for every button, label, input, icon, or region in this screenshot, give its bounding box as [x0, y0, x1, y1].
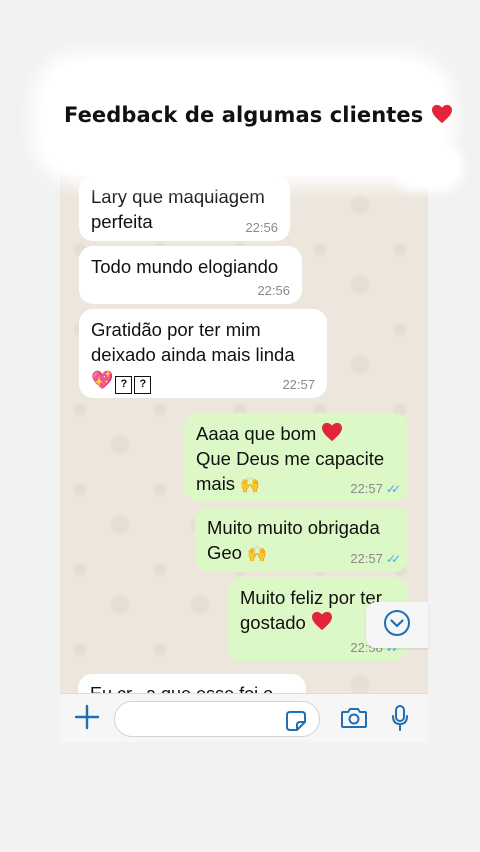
unknown-glyph-box: ? [134, 376, 152, 394]
raising-hands-icon: 🙌 [247, 546, 268, 563]
chevron-down-circle-icon [383, 609, 411, 642]
message-bubble-outgoing[interactable]: Muito muito obrigada Geo 🙌 22:57 ✓✓ [195, 507, 408, 572]
message-time: 22:57 ✓✓ [350, 551, 401, 567]
title-banner-blob [400, 150, 458, 186]
message-time: 22:56 [245, 220, 278, 235]
message-bubble-outgoing[interactable]: Aaaa que bom Que Deus me capacite mais 🙌… [184, 413, 408, 502]
microphone-icon[interactable] [390, 704, 410, 737]
sparkling-heart-icon: 💖 [91, 370, 114, 390]
raising-hands-icon: 🙌 [240, 477, 261, 494]
unknown-glyph-box: ? [115, 376, 133, 394]
page-title-text: Feedback de algumas clientes [64, 103, 424, 127]
read-ticks-icon: ✓✓ [385, 482, 401, 496]
red-heart-icon [311, 611, 333, 631]
page-title: Feedback de algumas clientes [64, 103, 453, 127]
plus-icon[interactable] [74, 704, 100, 735]
message-text-line: Aaaa que bom [196, 421, 396, 446]
camera-icon[interactable] [340, 706, 368, 735]
message-text-line: Gratidão por ter mim [91, 319, 261, 340]
message-time: 22:56 [257, 283, 290, 298]
composer-bar [60, 693, 428, 742]
message-text: Todo mundo elogiando [91, 256, 279, 277]
red-heart-icon [431, 104, 453, 124]
message-text-line: Muito muito obrigada [207, 517, 380, 538]
red-heart-icon [321, 422, 343, 442]
message-bubble-incoming[interactable]: Lary que maquiagem perfeita 22:56 [79, 176, 290, 241]
scroll-to-bottom-button[interactable] [366, 602, 428, 648]
message-bubble-incoming[interactable]: Todo mundo elogiando 22:56 [79, 246, 302, 304]
message-input[interactable] [114, 701, 320, 737]
message-emojis: 💖?? [91, 367, 315, 394]
sticker-icon[interactable] [285, 710, 307, 737]
message-time: 22:57 [282, 377, 315, 392]
message-bubble-incoming[interactable]: Gratidão por ter mim deixado ainda mais … [79, 309, 327, 398]
message-time: 22:57 ✓✓ [350, 481, 401, 497]
message-text-line: Que Deus me capacite [196, 448, 385, 469]
read-ticks-icon: ✓✓ [385, 552, 401, 566]
message-text-line: deixado ainda mais linda [91, 344, 295, 365]
